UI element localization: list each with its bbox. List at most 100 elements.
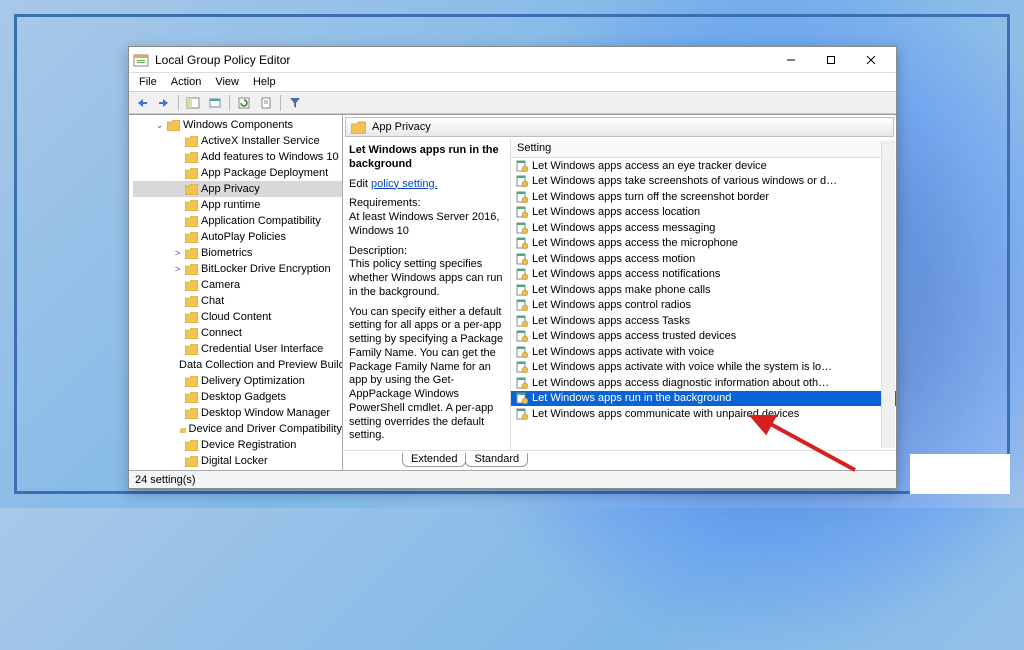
tree-label: Windows Components: [183, 119, 293, 131]
policy-list-item[interactable]: Let Windows apps access notifications: [511, 267, 896, 283]
policy-list-item[interactable]: Let Windows apps run in the background: [511, 391, 896, 407]
forward-button[interactable]: [154, 94, 174, 112]
menu-help[interactable]: Help: [247, 75, 282, 89]
policy-label: Let Windows apps run in the background: [532, 392, 731, 404]
policy-label: Let Windows apps make phone calls: [532, 284, 711, 296]
refresh-button[interactable]: [234, 94, 254, 112]
policy-list-item[interactable]: Let Windows apps access messaging: [511, 220, 896, 236]
properties-button[interactable]: [256, 94, 276, 112]
tree-label: Camera: [201, 279, 240, 291]
tree-item[interactable]: Desktop Gadgets: [133, 389, 342, 405]
category-title: App Privacy: [372, 121, 431, 133]
policy-list-item[interactable]: Let Windows apps control radios: [511, 298, 896, 314]
menu-view[interactable]: View: [209, 75, 245, 89]
policy-list-item[interactable]: Let Windows apps communicate with unpair…: [511, 406, 896, 422]
tab-standard[interactable]: Standard: [465, 453, 528, 467]
expand-icon[interactable]: >: [173, 248, 182, 258]
folder-icon: [185, 312, 198, 323]
tree-item[interactable]: Desktop Window Manager: [133, 405, 342, 421]
folder-icon: [185, 376, 198, 387]
tree-item[interactable]: AutoPlay Policies: [133, 229, 342, 245]
policy-list-item[interactable]: Let Windows apps access location: [511, 205, 896, 221]
export-list-button[interactable]: [205, 94, 225, 112]
policy-icon: [516, 408, 528, 420]
tree-item[interactable]: Add features to Windows 10: [133, 149, 342, 165]
policy-list-item[interactable]: Let Windows apps access an eye tracker d…: [511, 158, 896, 174]
tree-label: ActiveX Installer Service: [201, 135, 320, 147]
policy-list-item[interactable]: Let Windows apps access motion: [511, 251, 896, 267]
policy-heading: Let Windows apps run in the background: [349, 144, 504, 172]
tree-item[interactable]: Camera: [133, 277, 342, 293]
policy-list-item[interactable]: Let Windows apps take screenshots of var…: [511, 174, 896, 190]
folder-icon: [185, 232, 198, 243]
tree-panel[interactable]: ⌄ Windows Components ActiveX Installer S…: [129, 115, 343, 470]
menu-file[interactable]: File: [133, 75, 163, 89]
policy-label: Let Windows apps activate with voice whi…: [532, 361, 832, 373]
tree-item[interactable]: App runtime: [133, 197, 342, 213]
settings-list[interactable]: Setting Let Windows apps access an eye t…: [511, 139, 896, 450]
policy-label: Let Windows apps access Tasks: [532, 315, 690, 327]
tree-item[interactable]: Application Compatibility: [133, 213, 342, 229]
menu-action[interactable]: Action: [165, 75, 208, 89]
tree-item[interactable]: Chat: [133, 293, 342, 309]
scrollbar[interactable]: [881, 141, 895, 448]
tab-extended[interactable]: Extended: [402, 453, 466, 467]
policy-list-item[interactable]: Let Windows apps access diagnostic infor…: [511, 375, 896, 391]
tree-item[interactable]: Device and Driver Compatibility: [133, 421, 342, 437]
policy-list-item[interactable]: Let Windows apps activate with voice whi…: [511, 360, 896, 376]
close-button[interactable]: [856, 50, 886, 70]
edit-policy-link[interactable]: policy setting.: [371, 178, 438, 190]
tree-label: AutoPlay Policies: [201, 231, 286, 243]
policy-icon: [516, 392, 528, 404]
tree-item[interactable]: Connect: [133, 325, 342, 341]
tree-node-root[interactable]: ⌄ Windows Components: [133, 117, 342, 133]
show-hide-tree-button[interactable]: [183, 94, 203, 112]
tree-item[interactable]: >Biometrics: [133, 245, 342, 261]
tree-label: App runtime: [201, 199, 260, 211]
column-header-setting[interactable]: Setting: [511, 139, 896, 158]
policy-label: Let Windows apps activate with voice: [532, 346, 714, 358]
policy-list-item[interactable]: Let Windows apps make phone calls: [511, 282, 896, 298]
window-controls: [776, 50, 892, 70]
policy-list-item[interactable]: Let Windows apps turn off the screenshot…: [511, 189, 896, 205]
policy-icon: [516, 222, 528, 234]
policy-list-item[interactable]: Let Windows apps activate with voice: [511, 344, 896, 360]
folder-icon: [167, 120, 180, 131]
split-pane: Let Windows apps run in the background E…: [343, 139, 896, 450]
tree-label: Credential User Interface: [201, 343, 323, 355]
tab-strip: Extended Standard: [343, 450, 896, 470]
tree-item[interactable]: >BitLocker Drive Encryption: [133, 261, 342, 277]
status-text: 24 setting(s): [135, 474, 196, 486]
req-text: At least Windows Server 2016, Windows 10: [349, 211, 499, 237]
tree-item[interactable]: ActiveX Installer Service: [133, 133, 342, 149]
tree-label: Delivery Optimization: [201, 375, 305, 387]
folder-icon: [185, 408, 198, 419]
policy-list-item[interactable]: Let Windows apps access Tasks: [511, 313, 896, 329]
policy-icon: [516, 299, 528, 311]
minimize-button[interactable]: [776, 50, 806, 70]
policy-list-item[interactable]: Let Windows apps access the microphone: [511, 236, 896, 252]
filter-button[interactable]: [285, 94, 305, 112]
tree-item[interactable]: Cloud Content: [133, 309, 342, 325]
tree-label: Application Compatibility: [201, 215, 321, 227]
policy-label: Let Windows apps access diagnostic infor…: [532, 377, 829, 389]
policy-icon: [516, 268, 528, 280]
collapse-icon[interactable]: ⌄: [155, 120, 164, 131]
tree-item[interactable]: Digital Locker: [133, 453, 342, 469]
policy-label: Let Windows apps control radios: [532, 299, 691, 311]
category-header: App Privacy: [345, 117, 894, 137]
policy-label: Let Windows apps access notifications: [532, 268, 720, 280]
expand-icon[interactable]: >: [173, 264, 182, 274]
policy-list-item[interactable]: Let Windows apps access trusted devices: [511, 329, 896, 345]
toolbar-separator: [280, 95, 281, 111]
tree-item[interactable]: App Package Deployment: [133, 165, 342, 181]
tree-item[interactable]: Data Collection and Preview Builc: [133, 357, 342, 373]
tree-item[interactable]: Delivery Optimization: [133, 373, 342, 389]
back-button[interactable]: [132, 94, 152, 112]
tree-item[interactable]: App Privacy: [133, 181, 342, 197]
tree-item[interactable]: Credential User Interface: [133, 341, 342, 357]
tree-item[interactable]: Device Registration: [133, 437, 342, 453]
maximize-button[interactable]: [816, 50, 846, 70]
policy-icon: [516, 191, 528, 203]
titlebar[interactable]: Local Group Policy Editor: [129, 47, 896, 73]
